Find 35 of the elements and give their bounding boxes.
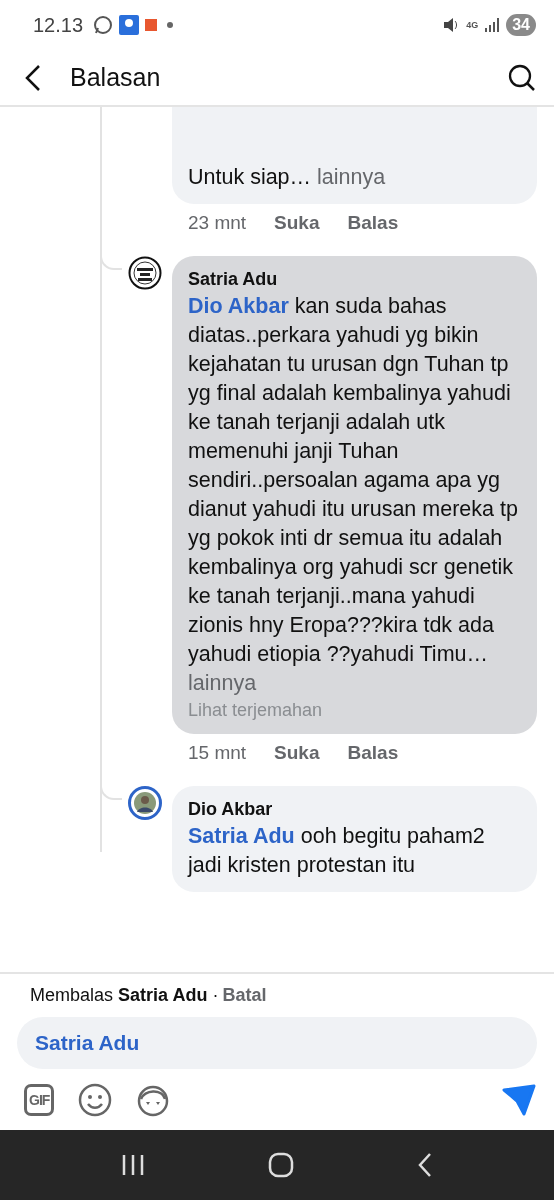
- back-nav-icon[interactable]: [416, 1152, 433, 1178]
- replying-to-text: Membalas Satria Adu ·: [30, 984, 219, 1006]
- see-more-link[interactable]: lainnya: [188, 671, 257, 695]
- network-label: 4G: [466, 20, 479, 30]
- action-link[interactable]: Balas: [347, 212, 399, 234]
- home-icon[interactable]: [268, 1152, 294, 1178]
- author-name[interactable]: Dio Akbar: [188, 796, 521, 822]
- action-link[interactable]: Suka: [274, 212, 320, 234]
- comment-time: 23 mnt: [188, 212, 247, 234]
- chat-app-icon: [93, 15, 114, 35]
- mention-link[interactable]: Dio Akbar: [188, 294, 289, 318]
- avatar-icon[interactable]: [128, 786, 162, 820]
- author-name[interactable]: Satria Adu: [188, 266, 521, 292]
- comment-time: 15 mnt: [188, 742, 247, 764]
- see-more-link[interactable]: lainnya: [317, 165, 386, 189]
- avatar-icon[interactable]: [128, 256, 162, 290]
- action-link[interactable]: Balas: [347, 742, 399, 764]
- emoji-icon[interactable]: [78, 1083, 113, 1117]
- send-icon[interactable]: [502, 1084, 536, 1116]
- clock-time: 12.13: [33, 13, 84, 37]
- gif-button[interactable]: GIF: [24, 1084, 55, 1116]
- search-button[interactable]: [508, 63, 536, 92]
- mention-link[interactable]: Satria Adu: [188, 824, 295, 848]
- comment-text: Untuk siap… lainnya: [188, 164, 387, 191]
- comment-text: Satria Adu ooh begitu paham2 jadi kristen protestan itu: [188, 823, 486, 879]
- signal-icon: [484, 17, 501, 33]
- battery-level: 34: [506, 14, 536, 36]
- comment-input-field[interactable]: Satria Adu: [17, 1017, 537, 1069]
- cancel-link[interactable]: Batal: [222, 984, 267, 1006]
- comment-text: Dio Akbar kan suda bahas diatas..perkara yahudi yg bikin kejahatan tu urusan dgn Tuhan tp yg final adalah kembalinya yahudi ke tanah terjanji adalah utk memenuhi janji Tuhan sendiri..persoalan agama apa yg dianut yahudi itu urusan mereka tp yg pokok inti dr semua itu adalah kembalinya org yahudi scr genetik ke tanah terjanji..mana yahudi zionis hny Eropa???kira tdk ada yahudi etiopia ??yahudi Timu… lainnya: [188, 293, 519, 697]
- app-icon: [119, 15, 140, 35]
- page-title: Balasan: [70, 63, 162, 92]
- action-link[interactable]: Suka: [274, 742, 320, 764]
- recent-apps-icon[interactable]: [121, 1154, 146, 1176]
- avatar-sticker-icon[interactable]: [136, 1083, 171, 1117]
